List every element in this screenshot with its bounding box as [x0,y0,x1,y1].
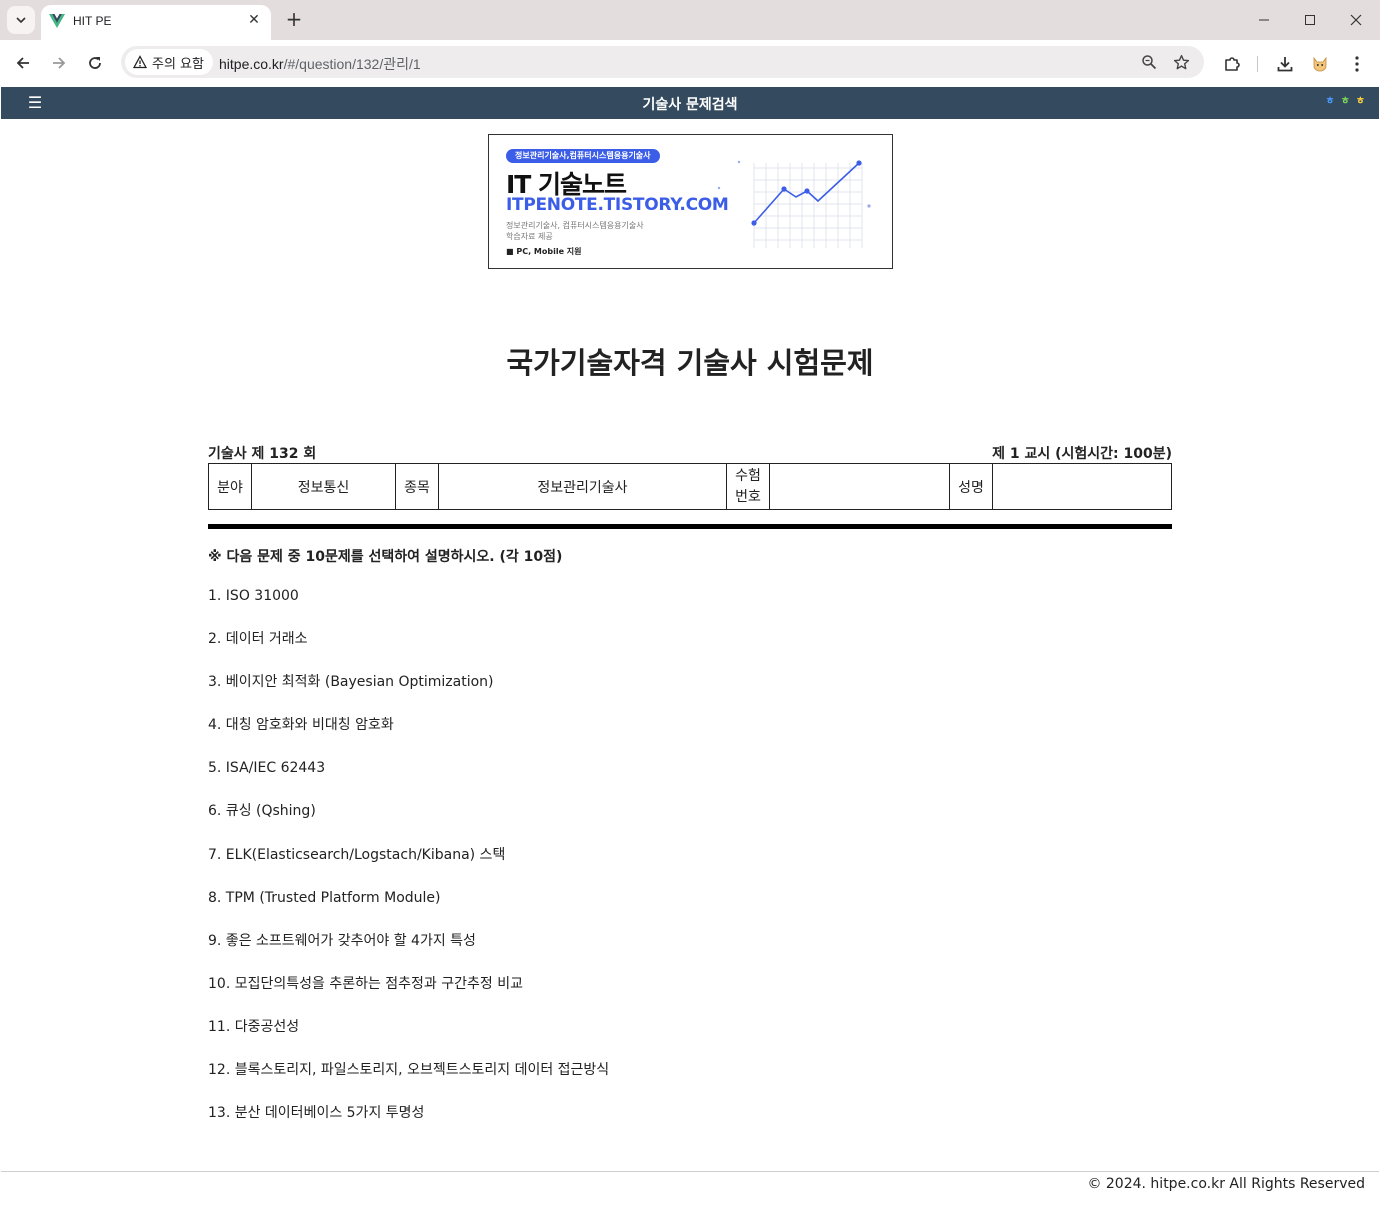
question-item: 3. 베이지안 최적화 (Bayesian Optimization) [208,674,494,691]
category-label: 종목 [395,463,439,510]
question-item: 9. 좋은 소프트웨어가 갖추어야 할 4가지 특성 [208,932,476,949]
back-button[interactable] [8,48,38,78]
exam-meta: 기술사 제 132 회 제 1 교시 (시험시간: 100분) [208,443,1172,462]
url-host: hitpe.co.kr [219,56,284,72]
line-chart-illustration-icon [717,160,871,248]
tab-search-button[interactable] [7,6,35,34]
name-value [992,463,1172,510]
category-value: 정보관리기술사 [438,463,727,510]
url-text[interactable]: hitpe.co.kr/#/question/132/관리/1 [219,54,421,74]
reload-button[interactable] [80,48,110,78]
exam-number-label-line1: 수험 [735,467,761,484]
address-bar[interactable]: 주의 요함 hitpe.co.kr/#/question/132/관리/1 [121,46,1204,78]
app-title: 기술사 문제검색 [642,97,738,113]
security-label: 주의 요함 [152,56,204,72]
bookmark-star-icon[interactable] [1171,52,1191,72]
header-decoration: ㅎ ㅎ ㅎ [1325,96,1365,108]
name-label: 성명 [949,463,993,510]
banner-subtitle: 정보관리기술사, 컴퓨터시스템응용기술사 학습자료 제공 [506,220,644,242]
close-icon [1350,14,1362,26]
question-item: 5. ISA/IEC 62443 [208,760,326,777]
page-footer: © 2024. hitpe.co.kr All Rights Reserved [1,1171,1379,1205]
browser-tabstrip: HIT PE ✕ + [0,0,1380,40]
toolbar-divider [1257,56,1258,72]
exam-number-label-line2: 번호 [735,488,761,505]
arrow-left-icon [16,57,29,69]
reload-icon [89,57,101,69]
exam-period: 제 1 교시 (시험시간: 100분) [992,446,1172,462]
exam-instruction: ※ 다음 문제 중 10문제를 선택하여 설명하시오. (각 10점) [208,549,563,565]
banner-subtitle-line1: 정보관리기술사, 컴퓨터시스템응용기술사 [506,221,644,230]
header-dot-2: ㅎ [1340,96,1350,107]
tab-title: HIT PE [73,14,112,28]
question-item: 8. TPM (Trusted Platform Module) [208,889,441,906]
browser-toolbar: 주의 요함 hitpe.co.kr/#/question/132/관리/1 [0,40,1380,87]
window-close-button[interactable] [1334,6,1378,34]
question-list: 1. ISO 31000 2. 데이터 거래소 3. 베이지안 최적화 (Bay… [208,587,1172,1147]
browser-menu-kebab-icon[interactable] [1345,52,1369,76]
page-title: 국가기술자격 기술사 시험문제 [506,346,874,380]
exam-info-table: 분야 정보통신 종목 정보관리기술사 수험 번호 성명 [208,463,1172,510]
exam-number-label: 수험 번호 [726,463,770,510]
forward-button[interactable] [44,48,74,78]
browser-tab-active[interactable]: HIT PE ✕ [41,5,271,40]
question-item: 6. 큐싱 (Qshing) [208,803,316,820]
arrow-right-icon [53,57,66,69]
exam-number-value [769,463,950,510]
window-minimize-button[interactable] [1242,6,1286,34]
exam-round: 기술사 제 132 회 [208,446,317,462]
question-item: 12. 블록스토리지, 파일스토리지, 오브젝트스토리지 데이터 접근방식 [208,1062,610,1079]
header-dot-1: ㅎ [1325,96,1335,107]
field-value: 정보통신 [251,463,396,510]
header-dot-3: ㅎ [1355,96,1365,107]
warning-triangle-icon [133,55,147,69]
question-item: 11. 다중공선성 [208,1018,300,1035]
banner-url: ITPENOTE.TISTORY.COM [506,195,729,215]
question-item: 4. 대칭 암호화와 비대칭 암호화 [208,717,394,734]
banner-subtitle-line2: 학습자료 제공 [506,232,553,241]
question-item: 1. ISO 31000 [208,588,299,604]
section-divider [208,524,1172,529]
app-header: ☰ 기술사 문제검색 ㅎ ㅎ ㅎ [1,87,1379,119]
profile-avatar-icon[interactable] [1308,52,1332,76]
zoom-icon[interactable] [1139,52,1159,72]
banner-pill: 정보관리기술사,컴퓨터시스템응용기술사 [506,149,660,163]
footer-copyright: © 2024. hitpe.co.kr All Rights Reserved [1087,1176,1365,1192]
banner-support: ■ PC, Mobile 지원 [506,247,582,256]
chevron-down-icon [16,17,26,24]
window-maximize-button[interactable] [1288,6,1332,34]
question-item: 2. 데이터 거래소 [208,631,308,648]
url-path: /#/question/132/관리/1 [283,56,421,72]
field-label: 분야 [208,463,252,510]
question-item: 10. 모집단의특성을 추론하는 점추정과 구간추정 비교 [208,975,523,992]
tab-close-icon[interactable]: ✕ [245,11,263,29]
download-icon[interactable] [1273,52,1297,76]
maximize-icon [1305,15,1315,25]
question-item: 13. 분산 데이터베이스 5가지 투명성 [208,1105,425,1122]
table-row: 분야 정보통신 종목 정보관리기술사 수험 번호 성명 [208,463,1172,510]
vue-logo-icon [49,14,65,28]
new-tab-plus-icon[interactable]: + [282,8,306,32]
minimize-icon [1259,19,1269,21]
security-warning-chip[interactable]: 주의 요함 [125,49,213,75]
question-item: 7. ELK(Elasticsearch/Logstach/Kibana) 스택 [208,846,506,863]
extensions-puzzle-icon[interactable] [1220,52,1244,76]
it-technote-banner[interactable]: 정보관리기술사,컴퓨터시스템응용기술사 IT 기술노트 ITPENOTE.TIS… [488,134,893,269]
